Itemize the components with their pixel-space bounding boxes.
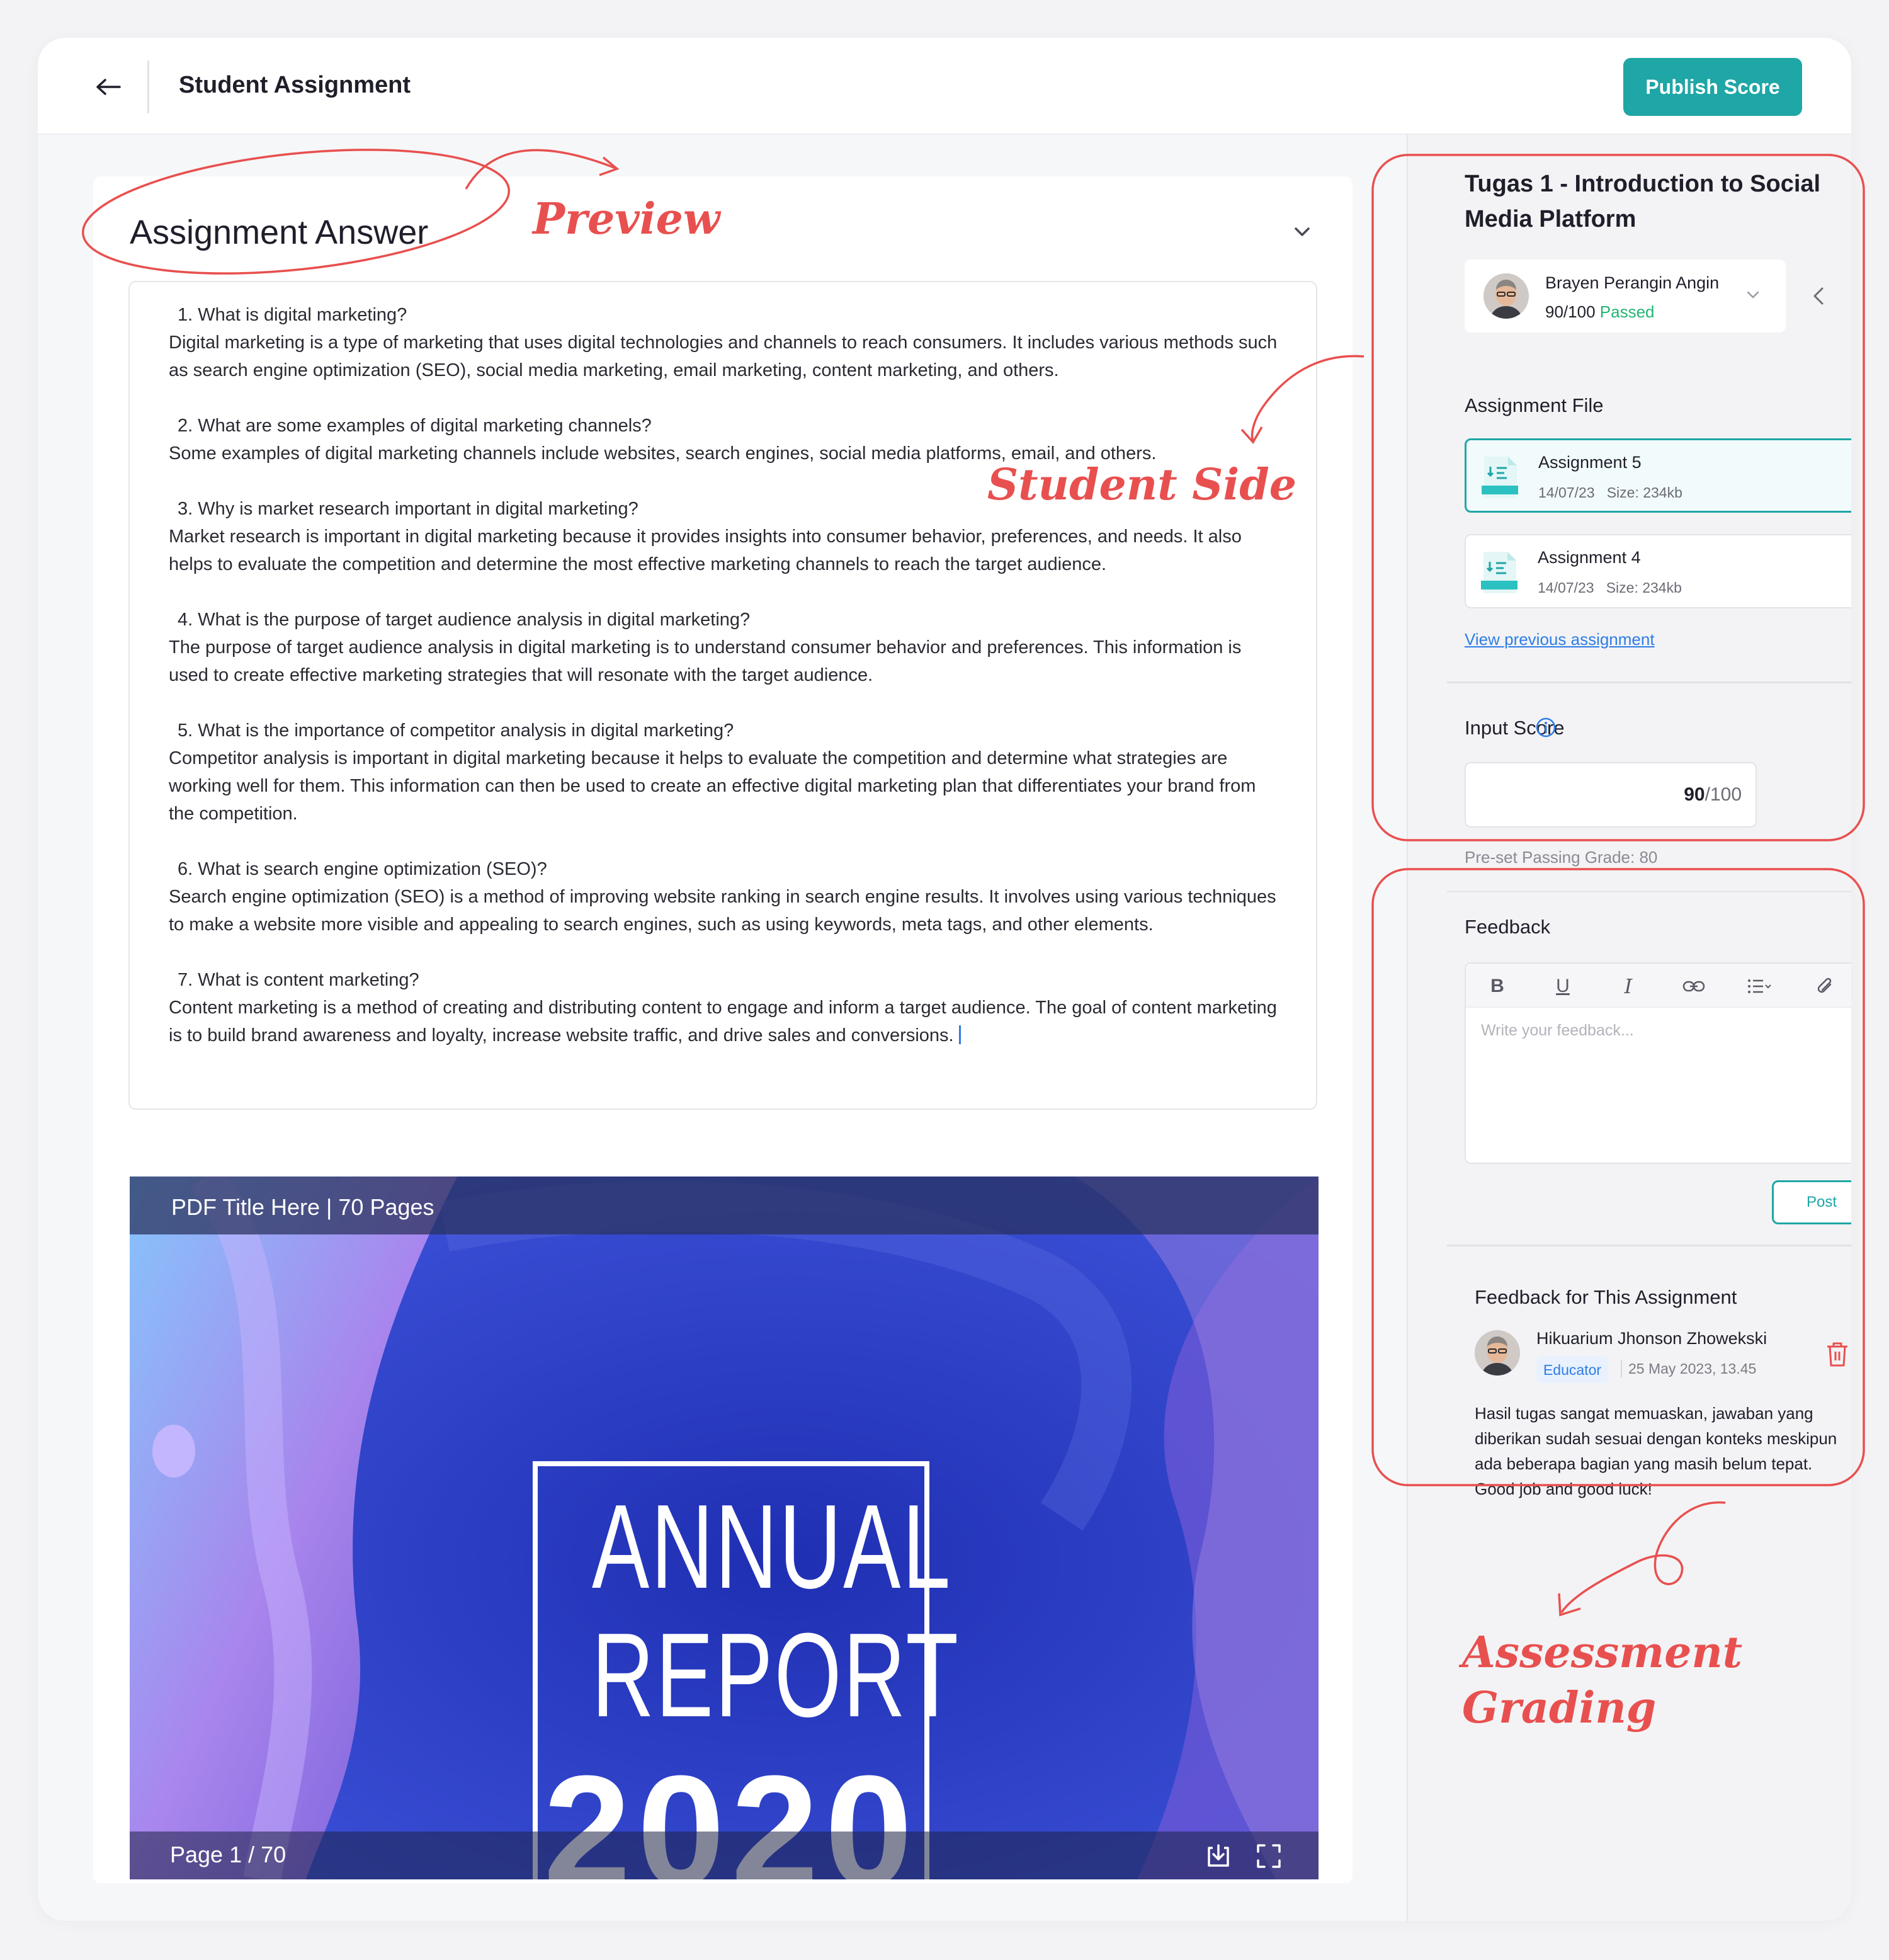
question-text: 1. What is digital marketing? — [178, 305, 407, 325]
text-cursor — [958, 1025, 961, 1044]
back-arrow-icon[interactable] — [88, 67, 128, 107]
section-divider — [1447, 681, 1851, 683]
file-size: Size: 234kb — [1606, 579, 1682, 596]
file-size: Size: 234kb — [1606, 484, 1682, 501]
answer-text: Search engine optimization (SEO) is a me… — [169, 887, 1276, 935]
answer-text: The purpose of target audience analysis … — [169, 637, 1242, 685]
report-cover-frame: ANNUAL REPORT 2020 — [533, 1461, 960, 1879]
trash-icon[interactable] — [1825, 1340, 1851, 1369]
download-icon[interactable] — [1204, 1842, 1233, 1871]
info-icon[interactable] — [1535, 717, 1557, 738]
score-input-value: 90 — [1684, 784, 1705, 805]
qa-item: 4. What is the purpose of target audienc… — [169, 606, 1278, 689]
role-badge: Educator — [1536, 1357, 1608, 1383]
qa-item: 6. What is search engine optimization (S… — [169, 855, 1278, 938]
pdf-viewer[interactable]: PDF Title Here | 70 Pages ANNUAL REPORT … — [130, 1177, 1319, 1879]
question-text: 4. What is the purpose of target audienc… — [178, 610, 751, 630]
answer-text: Digital marketing is a type of marketing… — [169, 333, 1278, 380]
student-score-total: /100 — [1563, 302, 1596, 321]
pdf-title: PDF Title Here | 70 Pages — [171, 1194, 434, 1220]
answer-text-box[interactable]: 1. What is digital marketing? Digital ma… — [128, 281, 1317, 1110]
score-input-total: /100 — [1705, 784, 1742, 805]
bold-icon[interactable]: B — [1483, 972, 1511, 1000]
commenter-avatar — [1475, 1330, 1520, 1376]
editor-toolbar: B U I — [1466, 964, 1851, 1008]
file-name: Assignment 5 — [1538, 453, 1642, 472]
answer-text: Competitor analysis is important in digi… — [169, 748, 1256, 824]
pdf-file-icon — [1480, 550, 1519, 595]
question-text: 5. What is the importance of competitor … — [178, 721, 734, 741]
feedback-label: Feedback — [1465, 916, 1551, 938]
header-divider — [147, 60, 149, 113]
answer-text: Market research is important in digital … — [169, 527, 1242, 574]
pdf-header-bar: PDF Title Here | 70 Pages — [130, 1177, 1319, 1234]
student-avatar — [1483, 273, 1529, 319]
file-meta: 14/07/23 Size: 234kb — [1538, 579, 1682, 596]
qa-item: 2. What are some examples of digital mar… — [169, 412, 1278, 467]
underline-icon[interactable]: U — [1549, 972, 1577, 1000]
comment-body: Hasil tugas sangat memuaskan, jawaban ya… — [1475, 1404, 1837, 1498]
assignment-file-item[interactable]: Assignment 4 14/07/23 Size: 234kb — [1465, 534, 1851, 608]
feedback-editor: B U I — [1465, 962, 1851, 1164]
pdf-page-indicator: Page 1 / 70 — [170, 1842, 286, 1867]
post-feedback-button[interactable]: Post — [1772, 1180, 1851, 1224]
assignment-title: Tugas 1 - Introduction to Social Media P… — [1465, 171, 1821, 232]
chevron-right-icon[interactable] — [1846, 283, 1851, 309]
pdf-footer-bar: Page 1 / 70 — [130, 1832, 1319, 1879]
publish-score-button[interactable]: Publish Score — [1623, 58, 1802, 116]
question-text: 7. What is content marketing? — [178, 970, 419, 990]
list-icon[interactable] — [1745, 972, 1773, 1000]
file-date: 14/07/23 — [1538, 484, 1595, 501]
chevron-down-icon[interactable] — [1290, 219, 1315, 244]
question-text: 2. What are some examples of digital mar… — [178, 416, 652, 436]
view-previous-assignment-link[interactable]: View previous assignment — [1465, 630, 1655, 649]
file-date: 14/07/23 — [1538, 579, 1594, 596]
assignment-answer-title: Assignment Answer — [130, 214, 429, 251]
score-input[interactable]: 90/100 — [1465, 762, 1757, 828]
question-text: 6. What is search engine optimization (S… — [178, 859, 547, 879]
student-status: Passed — [1599, 302, 1655, 321]
assignment-answer-card: Assignment Answer 1. What is digital mar… — [93, 176, 1353, 1883]
link-icon[interactable] — [1680, 972, 1708, 1000]
report-cover-line: ANNUAL — [591, 1480, 953, 1614]
pdf-file-icon — [1480, 455, 1519, 499]
page-title: Student Assignment — [179, 72, 411, 98]
answer-text-content: Content marketing is a method of creatin… — [169, 998, 1277, 1046]
annotation-assessment: Assessment — [1462, 1627, 1743, 1678]
qa-item: 7. What is content marketing? Content ma… — [169, 966, 1278, 1049]
comment-date: 25 May 2023, 13.45 — [1621, 1360, 1756, 1377]
annotation-preview: Preview — [533, 194, 720, 244]
answer-text: Content marketing is a method of creatin… — [169, 994, 1278, 1049]
annotation-student-side: Student Side — [987, 460, 1297, 510]
qa-item: 5. What is the importance of competitor … — [169, 717, 1278, 828]
student-selector[interactable]: Brayen Perangin Angin 90/100 Passed — [1465, 259, 1786, 333]
student-name: Brayen Perangin Angin — [1545, 273, 1720, 292]
chevron-left-icon[interactable] — [1806, 283, 1831, 309]
section-divider — [1447, 891, 1851, 892]
italic-icon[interactable]: I — [1614, 972, 1642, 1000]
commenter-name: Hikuarium Jhonson Zhowekski — [1536, 1329, 1767, 1348]
report-cover-line: REPORT — [591, 1609, 960, 1742]
feedback-list-title: Feedback for This Assignment — [1475, 1286, 1737, 1308]
annotation-grading: Grading — [1462, 1683, 1657, 1733]
passing-grade-text: Pre-set Passing Grade: 80 — [1465, 848, 1658, 867]
feedback-textarea[interactable] — [1481, 1022, 1851, 1148]
top-bar: Student Assignment Publish Score — [38, 38, 1851, 135]
file-meta: 14/07/23 Size: 234kb — [1538, 484, 1682, 501]
chevron-down-icon[interactable] — [1745, 290, 1761, 303]
file-name: Assignment 4 — [1538, 548, 1641, 567]
paperclip-icon[interactable] — [1811, 972, 1839, 1000]
assignment-file-item[interactable]: Assignment 5 14/07/23 Size: 234kb — [1465, 438, 1851, 513]
fullscreen-icon[interactable] — [1254, 1842, 1283, 1871]
student-score: 90/100 Passed — [1545, 302, 1655, 322]
student-score-value: 90 — [1545, 302, 1563, 321]
assignment-file-label: Assignment File — [1465, 394, 1604, 416]
section-divider — [1447, 1245, 1851, 1246]
qa-item: 1. What is digital marketing? Digital ma… — [169, 301, 1278, 384]
